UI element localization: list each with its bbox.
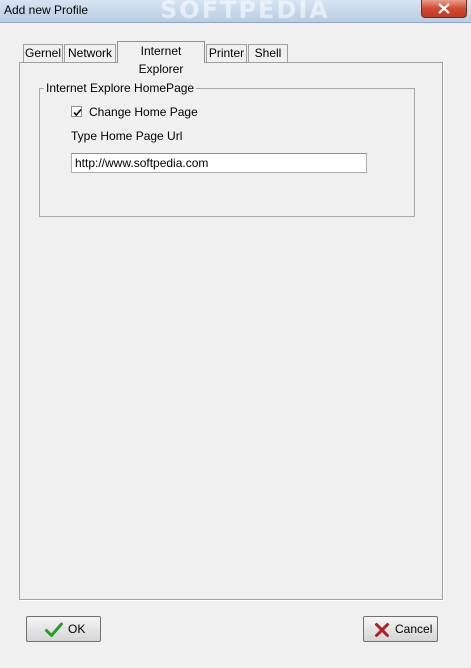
window-title: Add new Profile [4, 3, 89, 17]
checkbox-label: Change Home Page [89, 105, 198, 119]
check-icon [73, 108, 82, 117]
title-bar: Add new Profile SOFTPEDIA [0, 0, 471, 24]
url-label: Type Home Page Url [71, 129, 183, 143]
homepage-url-input[interactable] [71, 153, 367, 173]
tab-internet-explorer[interactable]: Internet Explorer [117, 41, 205, 76]
checkbox-box[interactable] [71, 106, 82, 117]
x-icon [375, 623, 389, 637]
cancel-label: Cancel [395, 622, 433, 636]
cancel-button[interactable]: Cancel [363, 616, 438, 642]
ok-button[interactable]: OK [26, 616, 101, 642]
checkmark-icon [45, 622, 63, 637]
ok-label: OK [68, 622, 86, 636]
homepage-group-title: Internet Explore HomePage [44, 81, 197, 95]
close-button[interactable] [421, 0, 467, 18]
tab-printer[interactable]: Printer [206, 44, 247, 62]
tab-gernel[interactable]: Gernel [23, 44, 63, 62]
tab-shell[interactable]: Shell [248, 44, 288, 62]
watermark: SOFTPEDIA [160, 0, 330, 24]
tab-network[interactable]: Network [64, 44, 116, 62]
close-icon [438, 3, 450, 14]
add-profile-dialog: Add new Profile SOFTPEDIA Gernel Network… [0, 0, 471, 668]
